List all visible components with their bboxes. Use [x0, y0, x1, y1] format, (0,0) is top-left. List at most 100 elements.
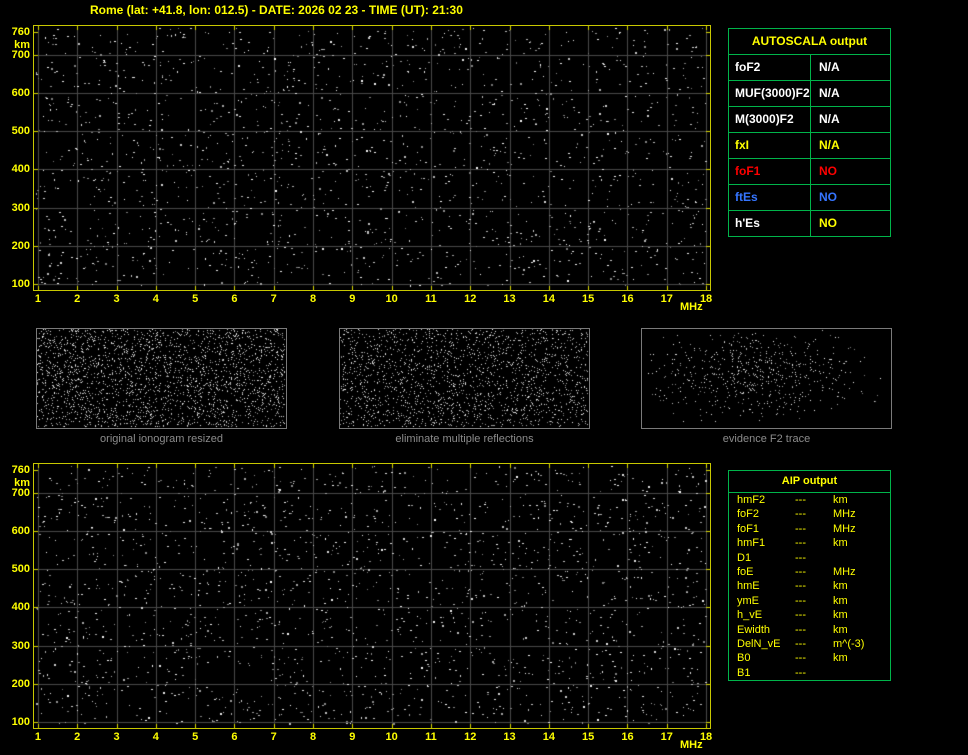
autoscala-row: h'Es NO — [729, 211, 890, 236]
autoscala-param-label: h'Es — [729, 211, 811, 236]
aip-param-value: --- — [795, 494, 806, 506]
y-axis-tick-label: 200 — [11, 678, 30, 690]
ionogram-canvas-bottom — [34, 464, 710, 728]
panel-eliminate-reflections-canvas — [340, 329, 589, 428]
y-axis-unit: km — [14, 38, 30, 51]
autoscala-param-label: ftEs — [729, 185, 811, 210]
aip-param-value: --- — [795, 623, 806, 636]
autoscala-param-value: N/A — [819, 112, 840, 126]
x-axis-tick-label: 6 — [231, 293, 238, 305]
aip-param-unit: m^(-3) — [833, 637, 865, 650]
y-axis-tick-label: 600 — [11, 86, 30, 99]
aip-param-name: B0 — [737, 652, 751, 665]
y-axis-tick-label: 300 — [11, 639, 30, 652]
autoscala-table-title: AUTOSCALA output — [729, 29, 890, 55]
panel-eliminate-reflections-label: eliminate multiple reflections — [395, 433, 534, 445]
aip-table-title: AIP output — [729, 471, 890, 493]
aip-row: Ewidth --- km — [729, 623, 890, 637]
aip-param-unit: km — [833, 609, 848, 622]
y-axis-tick-label: 600 — [11, 524, 30, 537]
autoscala-param-label: foF2 — [729, 55, 811, 80]
y-axis-tick-label: 760 — [11, 463, 30, 476]
aip-row: foF2 --- MHz — [729, 507, 890, 521]
aip-param-unit: MHz — [833, 522, 856, 535]
aip-param-value: --- — [795, 551, 806, 564]
x-axis-tick-label: 4 — [152, 731, 159, 743]
x-axis-tick-label: 15 — [582, 293, 595, 305]
y-axis-tick-label: 400 — [11, 601, 30, 614]
x-axis-tick-label: 1 — [34, 731, 41, 743]
y-axis-tick-label: 500 — [11, 125, 30, 138]
x-axis-tick-label: 12 — [464, 293, 477, 305]
aip-param-value: --- — [795, 609, 806, 622]
aip-row: ymE --- km — [729, 594, 890, 608]
aip-row: B1 --- — [729, 666, 890, 680]
x-axis-tick-label: 17 — [660, 731, 673, 743]
aip-param-value: --- — [795, 565, 806, 578]
x-axis-tick-label: 10 — [385, 731, 398, 743]
x-axis-tick-label: 2 — [74, 293, 81, 305]
panel-original-ionogram — [36, 328, 287, 429]
x-axis-tick-label: 9 — [349, 731, 356, 743]
panel-original-ionogram-label: original ionogram resized — [100, 433, 223, 445]
autoscala-param-label: foF1 — [729, 159, 811, 184]
aip-output-table: AIP output hmF2 --- km foF2 --- MHz foF1 --- MHz… — [728, 470, 891, 681]
autoscala-row: foF1 NO — [729, 159, 890, 185]
aip-param-unit: km — [833, 580, 848, 593]
panel-evidence-f2 — [641, 328, 892, 429]
aip-row: h_vE --- km — [729, 608, 890, 622]
aip-rows: hmF2 --- km foF2 --- MHz foF1 --- MHz hmF1 --- km D1… — [729, 493, 890, 680]
x-axis-tick-label: 8 — [309, 731, 317, 743]
aip-param-unit: km — [833, 652, 848, 665]
autoscala-param-value: NO — [819, 190, 837, 204]
aip-row: DelN_vE --- m^(-3) — [729, 637, 890, 651]
y-axis-unit: km — [14, 476, 30, 489]
y-axis-tick-label: 760 — [11, 25, 30, 38]
x-axis-tick-label: 7 — [270, 731, 277, 743]
ionogram-plot-top — [33, 25, 711, 291]
aip-param-unit — [833, 666, 890, 680]
x-axis-tick-label: 5 — [192, 731, 199, 743]
x-axis-tick-label: 5 — [192, 293, 199, 305]
x-axis-tick-label: 9 — [349, 293, 356, 305]
autoscala-param-label: M(3000)F2 — [729, 107, 811, 132]
x-axis-tick-label: 7 — [270, 293, 277, 305]
aip-param-value: --- — [795, 537, 806, 550]
aip-param-unit: MHz — [833, 565, 856, 578]
x-axis-tick-label: 2 — [74, 731, 81, 743]
aip-param-unit: km — [833, 494, 848, 506]
aip-row: hmF1 --- km — [729, 536, 890, 550]
y-axis-tick-label: 100 — [11, 716, 30, 729]
aip-param-name: foE — [737, 565, 754, 578]
y-axis-tick-label: 300 — [11, 201, 30, 214]
autoscala-param-value: NO — [819, 164, 837, 178]
autoscala-param-value: N/A — [819, 86, 840, 100]
aip-row: hmF2 --- km — [729, 493, 890, 507]
autoscala-param-value: N/A — [819, 138, 840, 152]
x-axis-tick-label: 3 — [113, 293, 120, 305]
aip-row: D1 --- — [729, 551, 890, 565]
aip-row: hmE --- km — [729, 579, 890, 593]
aip-param-unit: km — [833, 594, 848, 607]
aip-param-name: Ewidth — [737, 623, 771, 636]
x-axis-tick-label: 11 — [425, 731, 437, 743]
autoscala-row: fxI N/A — [729, 133, 890, 159]
autoscala-window: Rome (lat: +41.8, lon: 012.5) - DATE: 20… — [0, 0, 968, 755]
aip-param-unit: MHz — [833, 508, 856, 521]
autoscala-param-label: MUF(3000)F2 — [729, 81, 811, 106]
ionogram-plot-bottom — [33, 463, 711, 729]
x-axis-tick-label: 13 — [503, 731, 516, 743]
y-axis-tick-label: 100 — [11, 278, 30, 291]
aip-param-name: ymE — [737, 594, 759, 607]
aip-param-unit: km — [833, 623, 848, 636]
x-axis-tick-label: 4 — [152, 293, 159, 305]
x-axis-tick-label: 12 — [464, 731, 477, 743]
autoscala-row: ftEs NO — [729, 185, 890, 211]
aip-param-value: --- — [795, 637, 806, 650]
autoscala-param-value: NO — [819, 216, 837, 230]
aip-param-name: foF1 — [737, 522, 760, 535]
aip-param-name: hmE — [737, 580, 760, 593]
x-axis-tick-label: 16 — [621, 731, 634, 743]
aip-param-value: --- — [795, 652, 806, 665]
aip-row: foE --- MHz — [729, 565, 890, 579]
